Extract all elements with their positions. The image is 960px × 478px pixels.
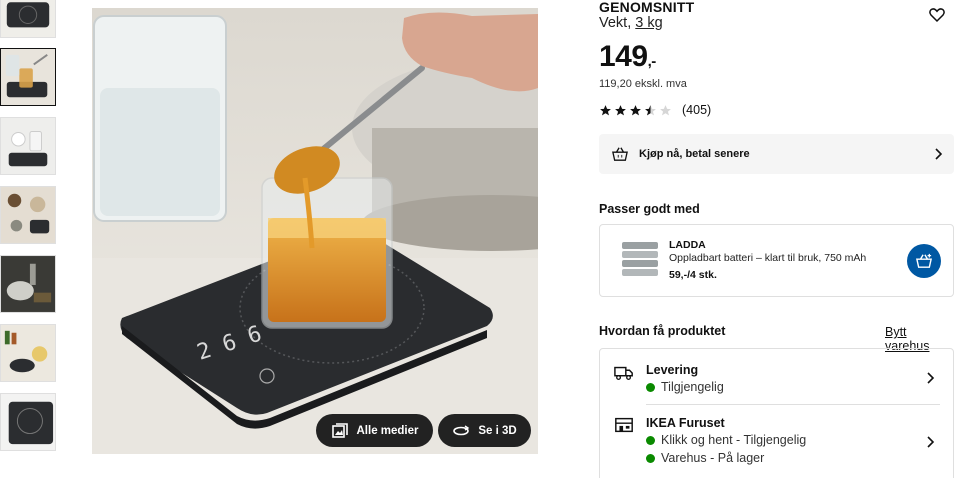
delivery-status: Tilgjengelig [646, 380, 724, 394]
buy-now-pay-later-label: Kjøp nå, betal senere [639, 148, 750, 160]
click-collect-text: Klikk og hent - Tilgjengelig [661, 433, 807, 447]
store-icon [615, 417, 633, 433]
available-dot [646, 382, 655, 392]
store-stock-text: Varehus - På lager [661, 451, 765, 465]
star-filled-icon [600, 104, 611, 115]
add-to-cart-button[interactable] [907, 244, 941, 278]
thumbnail[interactable] [0, 255, 56, 313]
all-media-button[interactable]: Alle medier [316, 414, 433, 447]
chevron-right-icon[interactable] [925, 372, 935, 384]
product-name: GENOMSNITT [599, 0, 695, 15]
delivery-title[interactable]: Levering [646, 363, 698, 377]
availability-title: Hvordan få produktet [599, 324, 726, 338]
buy-now-pay-later[interactable]: Kjøp nå, betal senere [599, 134, 954, 174]
add-to-basket-icon [916, 253, 932, 268]
product-weight-link[interactable]: 3 kg [635, 15, 662, 31]
goes-with-card[interactable]: LADDA Oppladbart batteri – klart til bru… [599, 224, 954, 297]
thumbnail[interactable] [0, 186, 56, 244]
thumbnail[interactable] [0, 393, 56, 451]
thumbnail-strip [0, 0, 58, 478]
price-main: 149 [599, 40, 648, 73]
available-dot [646, 453, 655, 463]
thumbnail[interactable] [0, 0, 56, 38]
goes-with-price: 59,-/4 stk. [669, 269, 717, 281]
store-title[interactable]: IKEA Furuset [646, 416, 725, 430]
product-type: Vekt, [599, 15, 636, 31]
availability-box: Levering Tilgjengelig IKEA Furuset Klikk… [599, 348, 954, 478]
rotate-3d-icon [453, 424, 470, 435]
rating-count: (405) [682, 103, 712, 117]
price-suffix: ,- [647, 53, 657, 70]
view-3d-label: Se i 3D [478, 424, 517, 437]
battery-product-image [622, 242, 658, 276]
shopping-basket-icon [612, 147, 628, 161]
thumbnail[interactable] [0, 48, 56, 106]
chevron-right-icon[interactable] [925, 436, 935, 448]
star-empty-icon [660, 104, 671, 115]
goes-with-description: Oppladbart batteri – klart til bruk, 750… [669, 252, 867, 264]
product-description: Vekt, 3 kg [599, 15, 663, 31]
price: 149,- [599, 40, 656, 74]
heart-icon[interactable] [928, 6, 946, 24]
divider [646, 404, 940, 405]
goes-with-title: Passer godt med [599, 202, 700, 216]
product-main-image[interactable]: 2 6 6 [92, 8, 538, 454]
thumbnail[interactable] [0, 117, 56, 175]
chevron-right-icon [935, 148, 942, 160]
store-stock-status: Varehus - På lager [646, 451, 764, 465]
rating[interactable]: (405) [599, 103, 711, 117]
gallery-icon [331, 422, 348, 438]
view-3d-button[interactable]: Se i 3D [438, 414, 531, 447]
price-ex-vat: 119,20 ekskl. mva [599, 78, 687, 90]
click-collect-status: Klikk og hent - Tilgjengelig [646, 433, 806, 447]
delivery-status-text: Tilgjengelig [661, 380, 724, 394]
truck-icon [614, 366, 633, 380]
star-filled-icon [630, 104, 641, 115]
goes-with-name: LADDA [669, 239, 706, 251]
available-dot [646, 435, 655, 445]
all-media-label: Alle medier [356, 424, 419, 437]
thumbnail[interactable] [0, 324, 56, 382]
star-half-icon [645, 104, 656, 115]
star-filled-icon [615, 104, 626, 115]
